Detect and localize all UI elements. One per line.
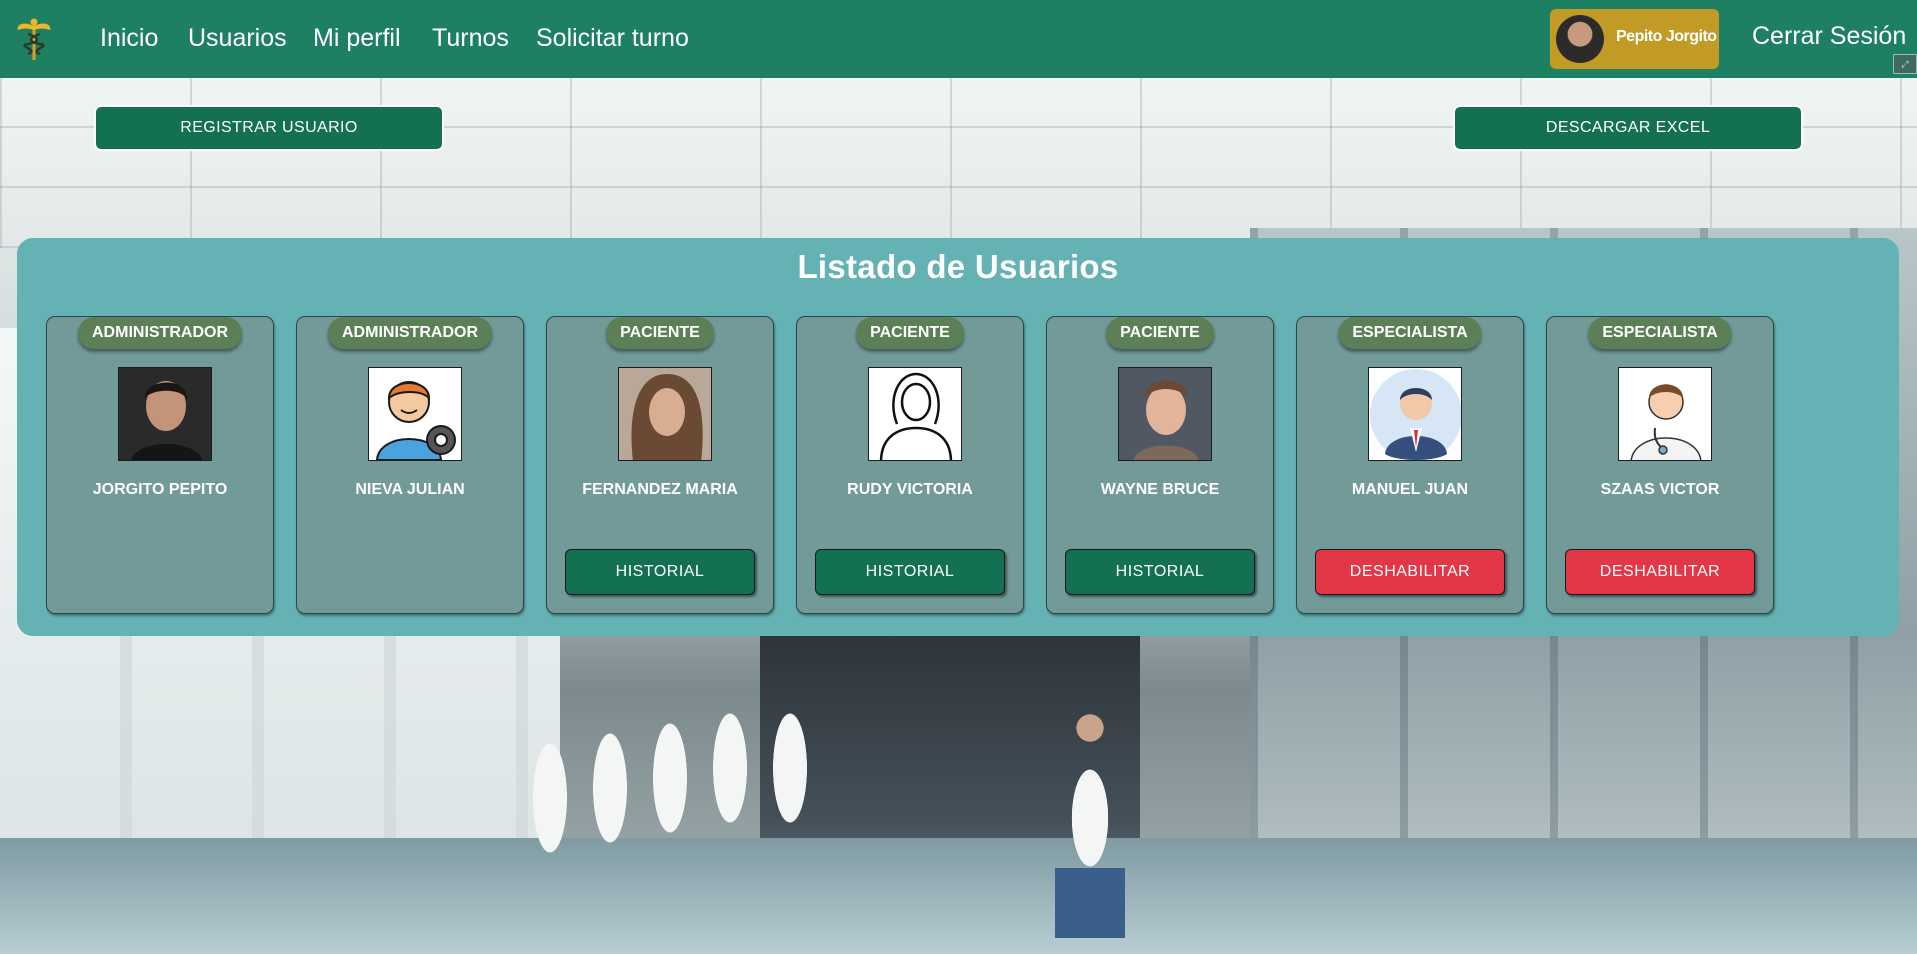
woman-portrait-photo — [618, 367, 712, 461]
caduceus-icon[interactable] — [14, 16, 54, 62]
man-portrait-photo — [118, 367, 212, 461]
expand-icon[interactable]: ⤢ — [1893, 54, 1917, 74]
businessman-avatar-icon — [1368, 367, 1462, 461]
role-badge: PACIENTE — [606, 317, 714, 349]
role-badge: PACIENTE — [856, 317, 964, 349]
doctor-avatar-icon — [1618, 367, 1712, 461]
users-panel: Listado de Usuarios ADMINISTRADOR JORGIT… — [17, 238, 1899, 636]
user-name: NIEVA JULIAN — [355, 481, 465, 498]
user-card: ESPECIALISTA SZAAS VICTOR DESHABILITAR — [1546, 316, 1774, 614]
avatar — [1556, 15, 1604, 63]
user-card: PACIENTE WAYNE BRUCE HISTORIAL — [1046, 316, 1274, 614]
panel-title: Listado de Usuarios — [797, 248, 1119, 285]
user-name: WAYNE BRUCE — [1100, 481, 1220, 498]
top-navbar: Inicio Usuarios Mi perfil Turnos Solicit… — [0, 0, 1917, 78]
admin-gear-icon — [368, 367, 462, 461]
download-excel-button[interactable]: DESCARGAR EXCEL — [1453, 105, 1803, 151]
user-name: SZAAS VICTOR — [1600, 481, 1720, 498]
young-man-portrait-photo — [1118, 367, 1212, 461]
nav-usuarios[interactable]: Usuarios — [188, 22, 287, 54]
historial-button[interactable]: HISTORIAL — [565, 549, 755, 595]
role-badge: ADMINISTRADOR — [78, 317, 242, 349]
students-group — [520, 638, 830, 938]
nurse-figure — [1055, 638, 1125, 938]
user-card: PACIENTE FERNANDEZ MARIA HISTORIAL — [546, 316, 774, 614]
nav-solicitar-turno[interactable]: Solicitar turno — [536, 22, 689, 54]
floor — [0, 838, 1917, 954]
user-card: ADMINISTRADOR JORGITO PEPITO — [46, 316, 274, 614]
register-user-button[interactable]: REGISTRAR USUARIO — [94, 105, 444, 151]
user-name: FERNANDEZ MARIA — [582, 481, 738, 498]
user-name: MANUEL JUAN — [1351, 481, 1469, 498]
role-badge: ESPECIALISTA — [1588, 317, 1732, 349]
nav-inicio[interactable]: Inicio — [100, 22, 158, 54]
user-card: PACIENTE RUDY VICTORIA HISTORIAL — [796, 316, 1024, 614]
profile-name: Pepito Jorgito — [1616, 28, 1717, 45]
nav-turnos[interactable]: Turnos — [432, 22, 509, 54]
historial-button[interactable]: HISTORIAL — [815, 549, 1005, 595]
deshabilitar-button[interactable]: DESHABILITAR — [1565, 549, 1755, 595]
woman-outline-icon — [868, 367, 962, 461]
nav-mi-perfil[interactable]: Mi perfil — [313, 22, 401, 54]
logout-link[interactable]: Cerrar Sesión — [1752, 22, 1906, 51]
user-name: RUDY VICTORIA — [847, 481, 973, 498]
role-badge: ESPECIALISTA — [1338, 317, 1482, 349]
role-badge: ADMINISTRADOR — [328, 317, 492, 349]
ceiling-tiles — [0, 78, 1917, 248]
role-badge: PACIENTE — [1106, 317, 1214, 349]
user-name: JORGITO PEPITO — [92, 481, 228, 498]
user-card: ADMINISTRADOR NIEVA JULIAN — [296, 316, 524, 614]
historial-button[interactable]: HISTORIAL — [1065, 549, 1255, 595]
profile-chip[interactable]: Pepito Jorgito — [1550, 9, 1719, 69]
deshabilitar-button[interactable]: DESHABILITAR — [1315, 549, 1505, 595]
user-card: ESPECIALISTA MANUEL JUAN DESHABILITAR — [1296, 316, 1524, 614]
